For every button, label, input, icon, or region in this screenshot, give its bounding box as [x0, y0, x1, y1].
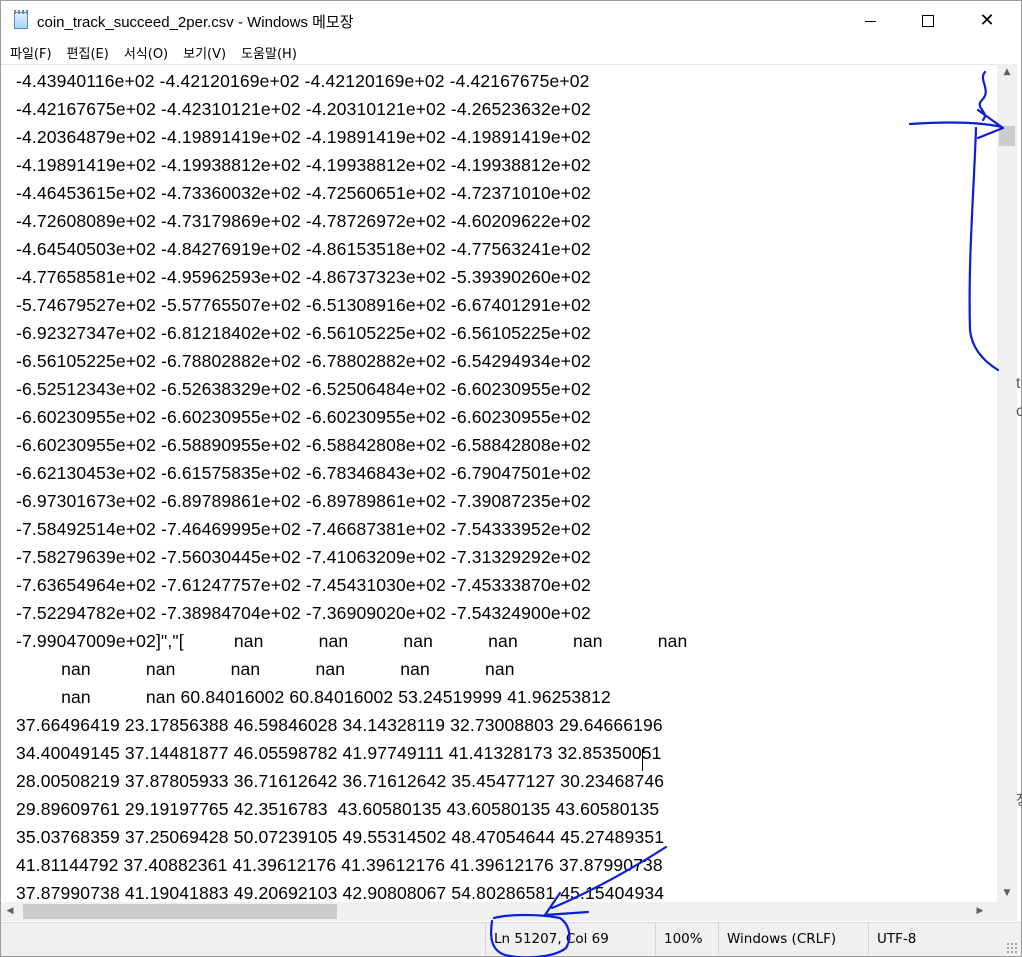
text-line: 29.89609761 29.19197765 42.3516783 43.60…: [16, 799, 660, 819]
status-bar: Ln 51207, Col 69 100% Windows (CRLF) UTF…: [1, 922, 1021, 956]
menu-view[interactable]: 보기(V): [174, 43, 226, 62]
maximize-button[interactable]: [899, 1, 957, 41]
text-line: -4.43940116e+02 -4.42120169e+02 -4.42120…: [16, 71, 590, 91]
text-line: -4.20364879e+02 -4.19891419e+02 -4.19891…: [16, 127, 591, 147]
text-line: -6.52512343e+02 -6.52638329e+02 -6.52506…: [16, 379, 591, 399]
close-button[interactable]: ✕: [958, 1, 1016, 41]
text-line: -6.60230955e+02 -6.58890955e+02 -6.58842…: [16, 435, 591, 455]
encoding: UTF-8: [868, 923, 997, 955]
text-line: -4.42167675e+02 -4.42310121e+02 -4.20310…: [16, 99, 591, 119]
scrollbar-corner: [997, 902, 1017, 921]
vertical-scroll-thumb[interactable]: [999, 126, 1015, 146]
menu-help[interactable]: 도움말(H): [232, 43, 297, 62]
text-line: -6.97301673e+02 -6.89789861e+02 -6.89789…: [16, 491, 591, 511]
cursor-position: Ln 51207, Col 69: [485, 923, 654, 955]
scroll-up-arrow-icon[interactable]: ▲: [997, 64, 1017, 81]
text-line: -4.77658581e+02 -4.95962593e+02 -4.86737…: [16, 267, 591, 287]
minimize-button[interactable]: [841, 1, 899, 41]
menu-format[interactable]: 서식(O): [115, 43, 168, 62]
text-line: -5.74679527e+02 -5.57765507e+02 -6.51308…: [16, 295, 591, 315]
minimize-icon: [864, 20, 876, 22]
background-window-fragment: 장: [1016, 790, 1022, 810]
text-line: -7.58279639e+02 -7.56030445e+02 -7.41063…: [16, 547, 591, 567]
background-window-fragment: c: [1016, 403, 1022, 420]
text-line: -6.92327347e+02 -6.81218402e+02 -6.56105…: [16, 323, 591, 343]
text-line: -6.56105225e+02 -6.78802882e+02 -6.78802…: [16, 351, 591, 371]
text-line: 35.03768359 37.25069428 50.07239105 49.5…: [16, 827, 665, 847]
text-line: -7.63654964e+02 -7.61247757e+02 -7.45431…: [16, 575, 591, 595]
close-icon: ✕: [979, 10, 995, 31]
text-line: -4.19891419e+02 -4.19938812e+02 -4.19938…: [16, 155, 591, 175]
maximize-icon: [922, 15, 934, 27]
resize-grip-icon[interactable]: [1006, 942, 1018, 954]
window-title: coin_track_succeed_2per.csv - Windows 메모…: [37, 14, 354, 31]
text-line: -7.58492514e+02 -7.46469995e+02 -7.46687…: [16, 519, 591, 539]
text-line: -6.60230955e+02 -6.60230955e+02 -6.60230…: [16, 407, 591, 427]
text-line: -7.99047009e+02]","[ nan nan nan nan nan…: [16, 631, 688, 651]
scroll-down-arrow-icon[interactable]: ▼: [997, 885, 1017, 902]
text-line: -7.52294782e+02 -7.38984704e+02 -7.36909…: [16, 603, 591, 623]
text-line: nan nan nan nan nan nan: [16, 659, 515, 679]
scroll-left-arrow-icon[interactable]: ◀: [1, 902, 19, 921]
text-line: -4.72608089e+02 -4.73179869e+02 -4.78726…: [16, 211, 591, 231]
scroll-right-arrow-icon[interactable]: ▶: [971, 902, 989, 921]
text-editor[interactable]: -4.43940116e+02 -4.42120169e+02 -4.42120…: [1, 64, 997, 903]
vertical-scrollbar[interactable]: ▲ ▼: [997, 64, 1017, 902]
text-line: nan nan 60.84016002 60.84016002 53.24519…: [16, 687, 611, 707]
text-line: 37.66496419 23.17856388 46.59846028 34.1…: [16, 715, 663, 735]
horizontal-scrollbar[interactable]: ◀ ▶: [1, 902, 997, 921]
notepad-icon: [14, 10, 28, 29]
text-line: 41.81144792 37.40882361 41.39612176 41.3…: [16, 855, 663, 875]
text-line: 37.87990738 41.19041883 49.20692103 42.9…: [16, 883, 665, 903]
zoom-level: 100%: [655, 923, 719, 955]
horizontal-scroll-thumb[interactable]: [23, 904, 337, 919]
menu-edit[interactable]: 편집(E): [58, 43, 109, 62]
line-ending: Windows (CRLF): [718, 923, 867, 955]
menu-bar: 파일(F) 편집(E) 서식(O) 보기(V) 도움말(H): [1, 41, 1021, 63]
text-line: -4.64540503e+02 -4.84276919e+02 -4.86153…: [16, 239, 591, 259]
text-line: 34.40049145 37.14481877 46.05598782 41.9…: [16, 743, 662, 763]
notepad-window: coin_track_succeed_2per.csv - Windows 메모…: [0, 0, 1022, 957]
background-window-fragment: t: [1016, 375, 1021, 392]
text-line: -6.62130453e+02 -6.61575835e+02 -6.78346…: [16, 463, 591, 483]
text-line: -4.46453615e+02 -4.73360032e+02 -4.72560…: [16, 183, 591, 203]
title-bar[interactable]: coin_track_succeed_2per.csv - Windows 메모…: [1, 1, 1021, 41]
text-line: 28.00508219 37.87805933 36.71612642 36.7…: [16, 771, 665, 791]
menu-file[interactable]: 파일(F): [1, 43, 52, 62]
